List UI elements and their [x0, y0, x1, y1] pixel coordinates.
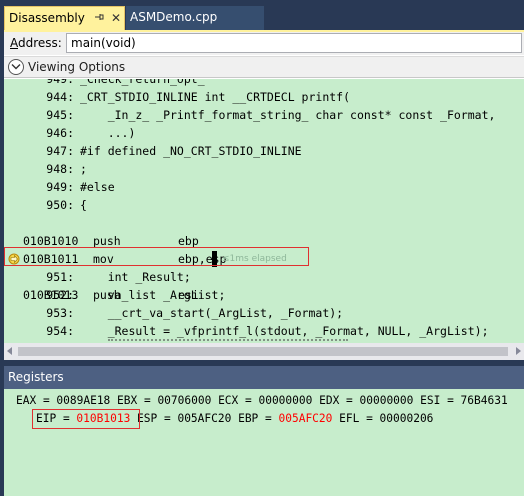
source-line: 946: ...): [46, 126, 136, 140]
source-line: 950:{: [46, 198, 87, 212]
viewing-options-label: Viewing Options: [28, 60, 126, 74]
source-line: 944: _CRT_STDIO_INLINE int __CRTDECL prin…: [46, 90, 351, 104]
tab-disassembly[interactable]: Disassembly ✕: [4, 6, 125, 30]
source-line: 949: #else: [46, 180, 115, 194]
tab-disassembly-title: Disassembly: [9, 11, 85, 25]
source-line: 953: __crt_va_start(_ArgList, _Format);: [46, 306, 344, 320]
eip-highlight: [32, 409, 140, 429]
disassembly-code-view[interactable]: 949: _Check_return_opt_ 944: _CRT_STDIO_IN…: [4, 79, 524, 343]
document-tab-strip: Disassembly ✕ ASMDemo.cpp: [0, 0, 524, 30]
source-line: 949: _Check_return_opt_: [46, 79, 205, 86]
esp-ebp-label: ESP = 005AFC20 EBP =: [130, 412, 279, 425]
scrollbar-thumb[interactable]: [18, 347, 508, 356]
viewing-options-bar[interactable]: Viewing Options: [4, 56, 524, 78]
horizontal-scrollbar[interactable]: [4, 343, 524, 360]
registers-title: Registers: [8, 370, 64, 384]
source-line: 954: _Result = _vfprintf_l(stdout, _Form…: [46, 324, 489, 338]
address-bar: Address: main(void): [4, 32, 524, 55]
efl-text: EFL = 00000206: [332, 412, 434, 425]
source-line: 952: va_list _ArgList;: [46, 288, 226, 302]
address-label: Address:: [10, 36, 62, 50]
tab-asmdemo-cpp[interactable]: ASMDemo.cpp: [126, 6, 264, 30]
disassembly-window: Address: main(void) Viewing Options 949:…: [4, 32, 524, 360]
ebp-value: 005AFC20: [278, 412, 333, 425]
close-icon[interactable]: ✕: [109, 10, 123, 26]
source-line: 951: int _Result;: [46, 270, 191, 284]
registers-view[interactable]: EAX = 0089AE18 EBX = 00706000 ECX = 0000…: [4, 389, 524, 496]
registers-line-1: EAX = 0089AE18 EBX = 00706000 ECX = 0000…: [16, 394, 508, 407]
source-line: 945: _In_z_ _Printf_format_string_ char …: [46, 108, 496, 122]
current-instruction-highlight: [4, 247, 309, 266]
scroll-left-icon[interactable]: [7, 347, 12, 355]
source-line: 947: #if defined _NO_CRT_STDIO_INLINE: [46, 144, 302, 158]
pin-icon[interactable]: [93, 11, 105, 25]
address-input[interactable]: main(void): [66, 33, 522, 53]
asm-line: 010B1010 push ebp: [23, 234, 199, 248]
source-line: 948:;: [46, 162, 87, 176]
tab-asmdemo-title: ASMDemo.cpp: [130, 10, 218, 24]
chevron-down-icon[interactable]: [8, 59, 24, 75]
scroll-right-icon[interactable]: [516, 347, 521, 355]
registers-window-header: Registers: [4, 366, 524, 389]
